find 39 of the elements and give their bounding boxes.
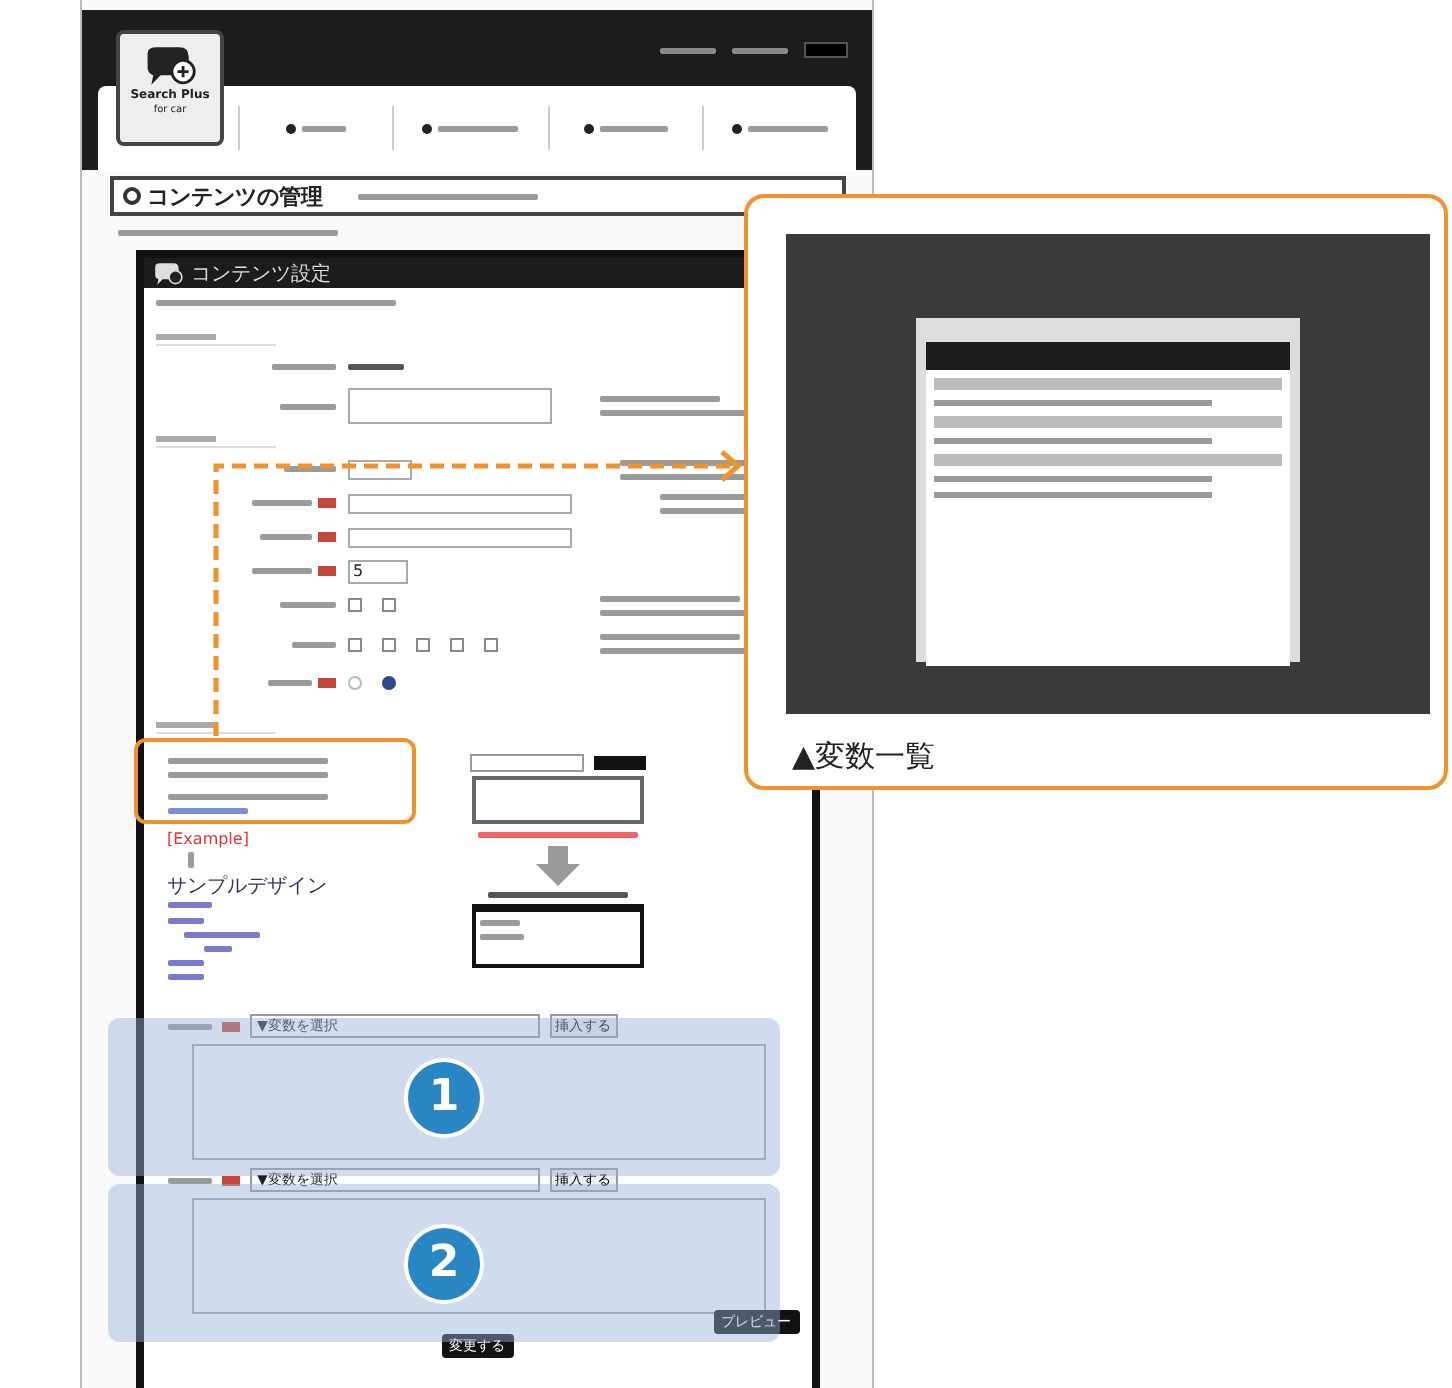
text-field[interactable] (347, 493, 571, 513)
field-select[interactable] (469, 754, 583, 772)
speech-bubble-icon (142, 44, 198, 88)
section-heading (155, 434, 275, 448)
checkbox[interactable] (415, 637, 429, 651)
checkbox[interactable] (347, 598, 361, 612)
radio-button[interactable] (347, 676, 361, 690)
required-tag (317, 498, 335, 508)
page-title: コンテンツの管理 (147, 181, 323, 211)
text-field[interactable] (347, 527, 571, 547)
checkbox[interactable] (347, 637, 361, 651)
ellipsis-mark (187, 852, 193, 868)
required-tag (317, 566, 335, 576)
caption-text (487, 892, 627, 898)
html-textarea[interactable] (191, 1044, 765, 1160)
circle-icon (121, 186, 141, 206)
checkbox[interactable] (483, 637, 497, 651)
url-textarea[interactable] (347, 388, 551, 424)
example-label: [Example] (167, 830, 251, 848)
checkbox[interactable] (381, 598, 395, 612)
header-link[interactable] (732, 47, 788, 53)
required-tag (317, 678, 335, 688)
count-field[interactable]: 5 (347, 559, 407, 583)
checkbox[interactable] (449, 637, 463, 651)
html-textarea[interactable] (191, 1198, 765, 1314)
panel-title: コンテンツ設定 (191, 261, 331, 287)
checkbox[interactable] (381, 637, 395, 651)
code-line: サンプルデザイン (167, 876, 329, 898)
logout-button[interactable] (804, 42, 848, 58)
section-heading (155, 720, 275, 734)
radio-button[interactable] (381, 676, 395, 690)
required-tag (317, 532, 335, 542)
inset-caption: ▲変数一覧 (792, 738, 936, 776)
required-tag (221, 1175, 239, 1185)
template-textarea[interactable] (471, 776, 643, 824)
section-heading (155, 332, 275, 346)
header-link[interactable] (660, 47, 716, 53)
down-arrow-icon (533, 846, 581, 886)
required-tag (221, 1021, 239, 1031)
